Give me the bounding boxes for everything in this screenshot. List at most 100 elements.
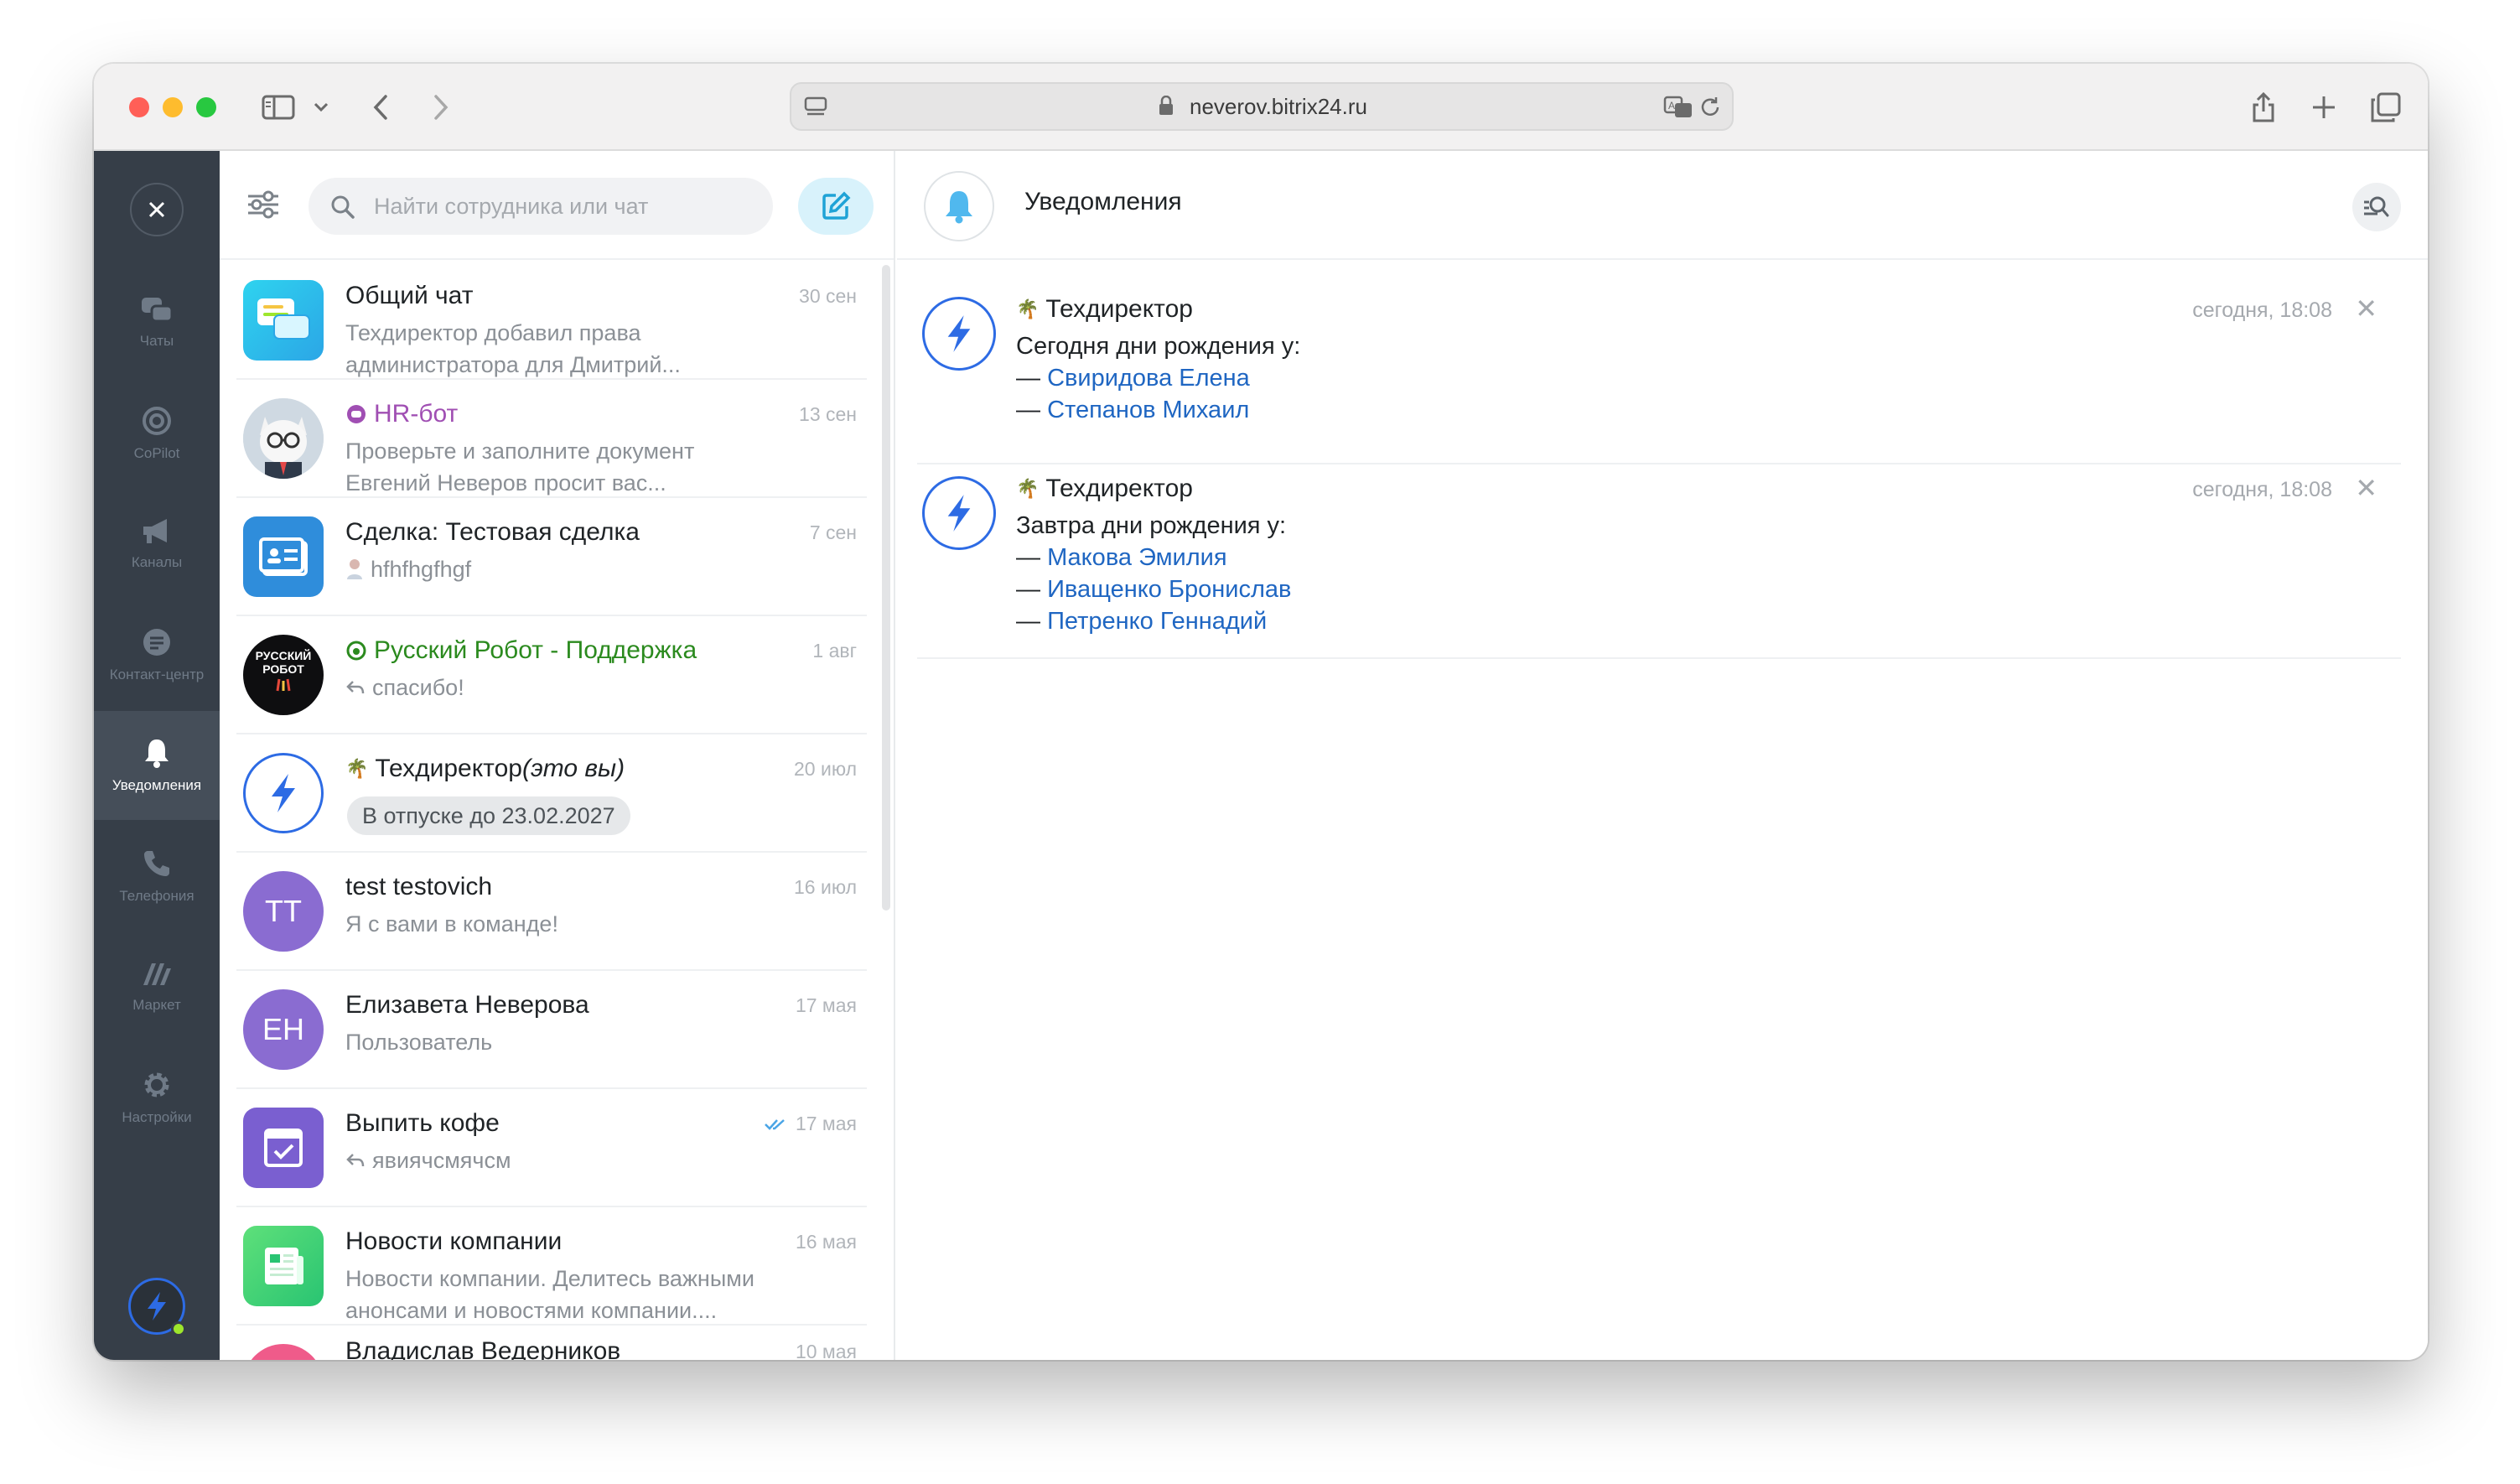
chat-item-vladislav[interactable]: Владислав Ведерников 10 мая (236, 1326, 867, 1360)
chat-preview-line: анонсами и новостями компании.... (345, 1298, 718, 1323)
browser-toolbar: neverov.bitrix24.ru A (94, 64, 2428, 151)
nav-item-label: Телефония (119, 888, 194, 904)
nav-item-copilot[interactable]: CoPilot (94, 379, 220, 488)
copilot-icon (143, 407, 171, 435)
close-icon (148, 201, 165, 218)
chat-date: 16 мая (795, 1231, 857, 1253)
close-icon[interactable]: ✕ (2355, 475, 2377, 501)
chat-item-elizaveta[interactable]: ЕН Елизавета Неверова 17 мая Пользовател… (236, 971, 867, 1089)
nav-item-settings[interactable]: Настройки (94, 1043, 220, 1152)
nav-item-chats[interactable]: Чаты (94, 268, 220, 377)
chat-item-test-testovich[interactable]: TT test testovich 16 июл Я с вами в кома… (236, 853, 867, 971)
chats-icon (142, 298, 174, 323)
zoom-window-button[interactable] (196, 97, 216, 117)
openline-icon (346, 641, 366, 661)
chat-title: test testovich (345, 873, 493, 900)
chat-item-coffee-task[interactable]: Выпить кофе 17 мая явиячсмячсм (236, 1089, 867, 1207)
nav-item-label: Уведомления (111, 777, 202, 793)
page-title: Уведомления (1024, 188, 1182, 215)
chat-date: 1 авг (812, 640, 857, 662)
chevron-down-icon[interactable] (309, 87, 334, 127)
chat-item-deal[interactable]: Сделка: Тестовая сделка 7 сен hfhfhgfhgf (236, 498, 867, 616)
reload-icon[interactable] (1698, 96, 1722, 123)
notifications-search-button[interactable] (2352, 183, 2401, 231)
task-icon (264, 1129, 303, 1167)
nav-item-telephony[interactable]: Телефония (94, 822, 220, 931)
search-icon (330, 195, 355, 224)
chat-date: 16 июл (794, 876, 857, 898)
chat-preview: спасибо! (345, 672, 781, 703)
nav-item-notifications[interactable]: Уведомления (94, 711, 220, 820)
chat-title-text: Техдиректор (375, 755, 522, 782)
chat-preview: Я с вами в команде! (345, 908, 781, 940)
avatar-logo-text: РУССКИЙ (255, 649, 312, 662)
nav-item-label: Каналы (131, 554, 183, 570)
chat-title: 🌴 Техдиректор (это вы) (345, 755, 625, 783)
notification-text: Сегодня дни рождения у: (1016, 333, 1301, 360)
notification-name-row: — Степанов Михаил (1016, 397, 1250, 423)
translate-icon[interactable]: A (1663, 96, 1693, 123)
chat-title-suffix: (это вы) (521, 755, 625, 782)
new-chat-button[interactable] (798, 178, 874, 235)
nav-item-channels[interactable]: Каналы (94, 490, 220, 599)
compose-icon (822, 191, 851, 220)
user-link[interactable]: Макова Эмилия (1047, 544, 1227, 571)
address-bar[interactable]: neverov.bitrix24.ru A (790, 82, 1734, 131)
chat-title-text: Русский Робот - Поддержка (374, 636, 697, 664)
contact-center-icon (143, 629, 170, 656)
nav-item-label: Настройки (122, 1109, 192, 1125)
chat-preview-line: Проверьте и заполните документ (345, 438, 695, 464)
user-link[interactable]: Степанов Михаил (1047, 397, 1249, 423)
left-navigation: Чаты CoPilot Каналы Контакт-центр Уведом… (94, 151, 220, 1360)
nav-item-contact-center[interactable]: Контакт-центр (94, 600, 220, 709)
chat-item-techdirector[interactable]: 🌴 Техдиректор (это вы) 20 июл В отпуске … (236, 734, 867, 853)
avatar-logo-text: РОБОТ (262, 662, 304, 676)
notification-author-avatar[interactable] (922, 297, 996, 371)
notification-author[interactable]: 🌴 Техдиректор (1016, 295, 1193, 324)
chat-item-robot-support[interactable]: РУССКИЙ РОБОТ Русский Робот - Поддержка … (236, 616, 867, 734)
close-window-button[interactable] (129, 97, 149, 117)
notification-item: 🌴 Техдиректор сегодня, 18:08 ✕ Завтра дн… (917, 464, 2401, 659)
browser-window: neverov.bitrix24.ru A Чаты CoPilot Канал… (94, 64, 2428, 1360)
chat-avatar (243, 516, 324, 597)
forward-arrow-icon[interactable] (424, 87, 458, 127)
chat-item-company-news[interactable]: Новости компании 16 мая Новости компании… (236, 1207, 867, 1326)
bell-icon (145, 739, 169, 768)
nav-item-market[interactable]: Маркет (94, 932, 220, 1041)
chat-list-panel: Общий чат 30 сен Техдиректор добавил пра… (220, 151, 895, 1360)
chat-item-hr-bot[interactable]: HR-бот 13 сен Проверьте и заполните доку… (236, 380, 867, 498)
sidebar-toggle-icon[interactable] (258, 87, 298, 127)
search-input[interactable] (374, 178, 760, 235)
chat-preview-line: Я с вами в команде! (345, 911, 558, 937)
close-messenger-button[interactable] (130, 183, 184, 236)
chat-item-general[interactable]: Общий чат 30 сен Техдиректор добавил пра… (236, 262, 867, 380)
close-icon[interactable]: ✕ (2355, 295, 2377, 322)
notification-name-row: — Иващенко Бронислав (1016, 576, 1292, 603)
chat-title: Русский Робот - Поддержка (345, 636, 697, 665)
chat-date: 17 мая (795, 994, 857, 1016)
user-link[interactable]: Свиридова Елена (1047, 365, 1250, 392)
chat-list-scrollbar[interactable] (882, 265, 890, 911)
share-icon[interactable] (2247, 87, 2280, 127)
chat-preview-line: администратора для Дмитрий... (345, 352, 681, 377)
chat-avatar (243, 1344, 324, 1360)
notification-author[interactable]: 🌴 Техдиректор (1016, 475, 1193, 503)
lightning-icon (947, 315, 971, 352)
notification-name-row: — Свиридова Елена (1016, 365, 1250, 392)
minimize-window-button[interactable] (163, 97, 183, 117)
robot-logo-icon (276, 678, 291, 692)
filter-icon[interactable] (245, 188, 282, 226)
news-icon (265, 1248, 303, 1284)
chat-bubbles-icon (257, 298, 310, 340)
tab-overview-icon[interactable] (2367, 87, 2404, 127)
notification-time: сегодня, 18:08 (2192, 298, 2332, 322)
online-status-dot (171, 1321, 186, 1336)
back-arrow-icon[interactable] (364, 87, 397, 127)
user-link[interactable]: Петренко Геннадий (1047, 608, 1267, 635)
chat-avatar (243, 753, 324, 833)
chat-preview-line: спасибо! (372, 675, 464, 700)
user-link[interactable]: Иващенко Бронислав (1047, 576, 1291, 603)
new-tab-icon[interactable] (2307, 87, 2341, 127)
notification-author-avatar[interactable] (922, 476, 996, 550)
url-text: neverov.bitrix24.ru (1190, 94, 1367, 119)
